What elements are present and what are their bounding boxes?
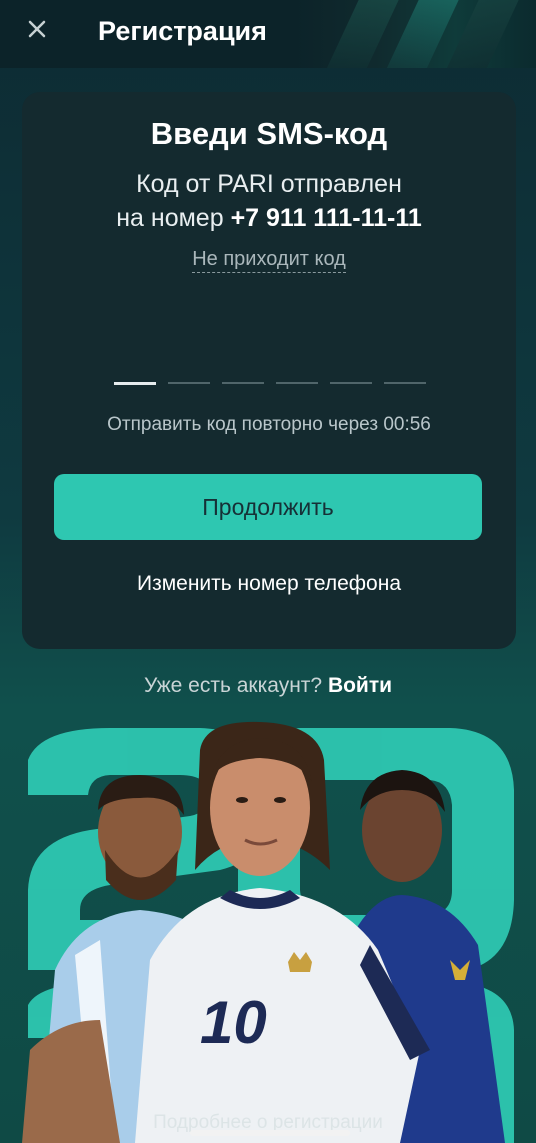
close-icon[interactable] bbox=[24, 16, 52, 44]
app-header: Регистрация bbox=[0, 0, 536, 68]
change-phone-link[interactable]: Изменить номер телефона bbox=[22, 572, 516, 596]
jersey-number: 10 bbox=[200, 989, 267, 1056]
resend-timer-text: Отправить код повторно через 00:56 bbox=[107, 414, 431, 435]
have-account-text: Уже есть аккаунт? bbox=[143, 674, 323, 697]
card-heading: Введи SMS-код bbox=[150, 116, 388, 151]
code-slot[interactable] bbox=[222, 382, 264, 384]
phone-number: +7 911 111-11-11 bbox=[230, 204, 422, 232]
page-title: Регистрация bbox=[98, 16, 267, 46]
code-sent-phone-line: на номер +7 911 111-11-11 bbox=[22, 204, 516, 233]
code-slot[interactable] bbox=[384, 382, 426, 384]
code-sent-text: Код от PARI отправлен bbox=[136, 170, 402, 198]
sms-code-input[interactable] bbox=[114, 382, 434, 386]
have-account-row: Уже есть аккаунт? Войти bbox=[0, 674, 536, 698]
promo-banner: 10 bbox=[0, 720, 536, 1143]
continue-button[interactable]: Продолжить bbox=[54, 474, 482, 540]
no-code-row: Не приходит код bbox=[22, 248, 516, 273]
promo-illustration bbox=[22, 721, 514, 1143]
no-code-link[interactable]: Не приходит код bbox=[192, 248, 346, 273]
code-slot[interactable] bbox=[168, 382, 210, 384]
code-sent-prefix: на номер bbox=[116, 204, 231, 232]
login-link[interactable]: Войти bbox=[328, 674, 392, 697]
home-indicator[interactable] bbox=[190, 1130, 350, 1136]
code-slot[interactable] bbox=[114, 382, 156, 385]
code-slot[interactable] bbox=[276, 382, 318, 384]
code-slot[interactable] bbox=[330, 382, 372, 384]
sms-code-card: Введи SMS-код Код от PARI отправлен на н… bbox=[22, 92, 516, 649]
